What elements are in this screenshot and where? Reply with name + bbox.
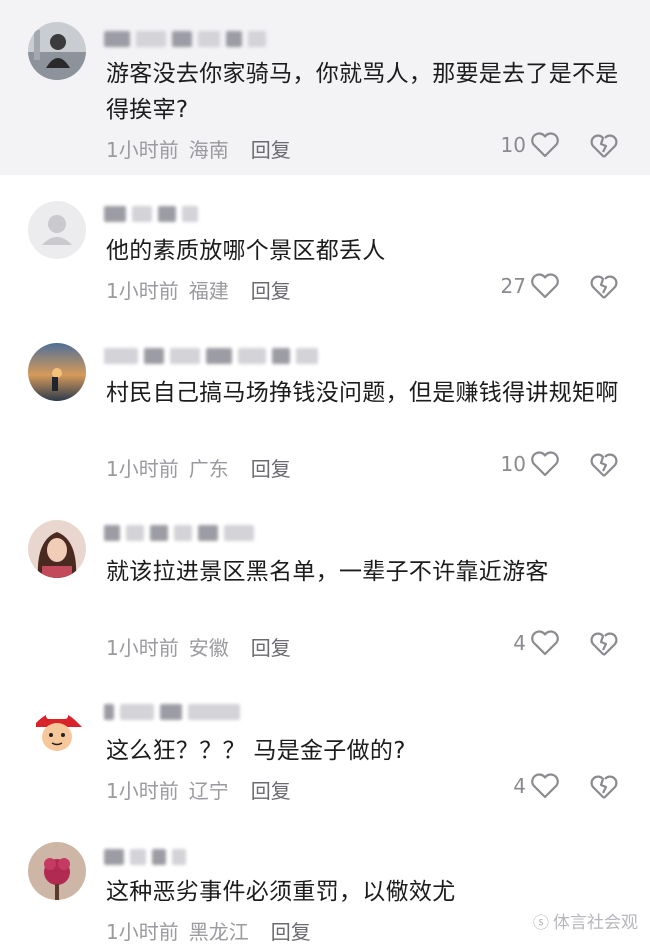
comment-time: 1小时前: [106, 636, 179, 660]
comment-location: 海南: [188, 138, 229, 162]
comment-location: 安徽: [188, 636, 229, 660]
reply-button[interactable]: 回复: [251, 134, 291, 163]
heart-icon: [531, 451, 559, 477]
comment-time: 1小时前: [106, 457, 179, 481]
like-count: 4: [513, 631, 526, 655]
broken-heart-icon: [590, 134, 618, 158]
comment-item[interactable]: 游客没去你家骑马，你就骂人，那要是去了是不是得挨宰? 1小时前 海南 回复 10: [0, 0, 650, 175]
comment-item[interactable]: 就该拉进景区黑名单，一辈子不许靠近游客 1小时前 安徽 回复 4: [0, 510, 650, 685]
like-button[interactable]: 10: [501, 132, 560, 158]
heart-icon: [531, 273, 559, 299]
like-count: 27: [500, 274, 526, 298]
dislike-button[interactable]: [590, 774, 618, 800]
comment-text: 这么狂？？？ 马是金子做的?: [106, 738, 406, 764]
comment-text: 游客没去你家骑马，你就骂人，那要是去了是不是得挨宰?: [106, 61, 619, 123]
reply-button[interactable]: 回复: [251, 632, 291, 661]
user-avatar[interactable]: [28, 201, 86, 259]
user-avatar[interactable]: [28, 343, 86, 401]
reply-button[interactable]: 回复: [251, 453, 291, 482]
dislike-button[interactable]: [590, 452, 618, 478]
comment-time: 1小时前: [106, 920, 179, 944]
comment-text: 这种恶劣事件必须重罚，以儆效尤: [106, 879, 456, 905]
comment-meta: 1小时前 海南 回复: [106, 134, 291, 163]
watermark-logo-icon: ⓢ: [532, 912, 549, 932]
like-button[interactable]: 10: [501, 451, 560, 477]
watermark-text: 体言社会观: [553, 913, 638, 933]
comment-location: 福建: [188, 279, 229, 303]
like-count: 10: [500, 133, 526, 157]
broken-heart-icon: [590, 632, 618, 656]
broken-heart-icon: [590, 275, 618, 299]
comment-text: 就该拉进景区黑名单，一辈子不许靠近游客: [106, 559, 549, 585]
user-avatar[interactable]: [28, 22, 86, 80]
like-button[interactable]: 4: [513, 773, 560, 799]
comment-text: 他的素质放哪个景区都丢人: [106, 238, 386, 264]
broken-heart-icon: [590, 775, 618, 799]
comment-meta: 1小时前 福建 回复: [106, 275, 291, 304]
dislike-button[interactable]: [590, 133, 618, 159]
comment-meta: 1小时前 安徽 回复: [106, 632, 291, 661]
user-avatar[interactable]: [28, 520, 86, 578]
username-blurred[interactable]: [104, 203, 198, 225]
username-blurred[interactable]: [104, 345, 318, 367]
comment-time: 1小时前: [106, 138, 179, 162]
heart-icon: [531, 630, 559, 656]
comment-meta: 1小时前 黑龙江 回复: [106, 916, 311, 945]
user-avatar[interactable]: [28, 842, 86, 900]
username-blurred[interactable]: [104, 28, 266, 50]
dislike-button[interactable]: [590, 631, 618, 657]
broken-heart-icon: [590, 453, 618, 477]
comment-item[interactable]: 村民自己搞马场挣钱没问题，但是赚钱得讲规矩啊 1小时前 广东 回复 10: [0, 335, 650, 510]
like-count: 10: [500, 452, 526, 476]
user-avatar[interactable]: [28, 699, 86, 757]
reply-button[interactable]: 回复: [271, 916, 311, 945]
heart-icon: [531, 773, 559, 799]
username-blurred[interactable]: [104, 846, 186, 868]
dislike-button[interactable]: [590, 274, 618, 300]
comment-location: 辽宁: [188, 779, 229, 803]
comment-item[interactable]: 这么狂？？？ 马是金子做的? 1小时前 辽宁 回复 4: [0, 685, 650, 830]
reply-button[interactable]: 回复: [251, 275, 291, 304]
like-count: 4: [513, 774, 526, 798]
comment-location: 黑龙江: [188, 920, 249, 944]
heart-icon: [531, 132, 559, 158]
comment-text: 村民自己搞马场挣钱没问题，但是赚钱得讲规矩啊: [106, 380, 619, 406]
comment-location: 广东: [188, 457, 229, 481]
like-button[interactable]: 27: [501, 273, 560, 299]
username-blurred[interactable]: [104, 522, 254, 544]
comment-time: 1小时前: [106, 279, 179, 303]
comment-time: 1小时前: [106, 779, 179, 803]
comment-meta: 1小时前 辽宁 回复: [106, 775, 291, 804]
reply-button[interactable]: 回复: [251, 775, 291, 804]
watermark: ⓢ 体言社会观: [532, 908, 638, 934]
like-button[interactable]: 4: [513, 630, 560, 656]
comment-item[interactable]: 他的素质放哪个景区都丢人 1小时前 福建 回复 27: [0, 175, 650, 335]
comment-meta: 1小时前 广东 回复: [106, 453, 291, 482]
username-blurred[interactable]: [104, 701, 240, 723]
